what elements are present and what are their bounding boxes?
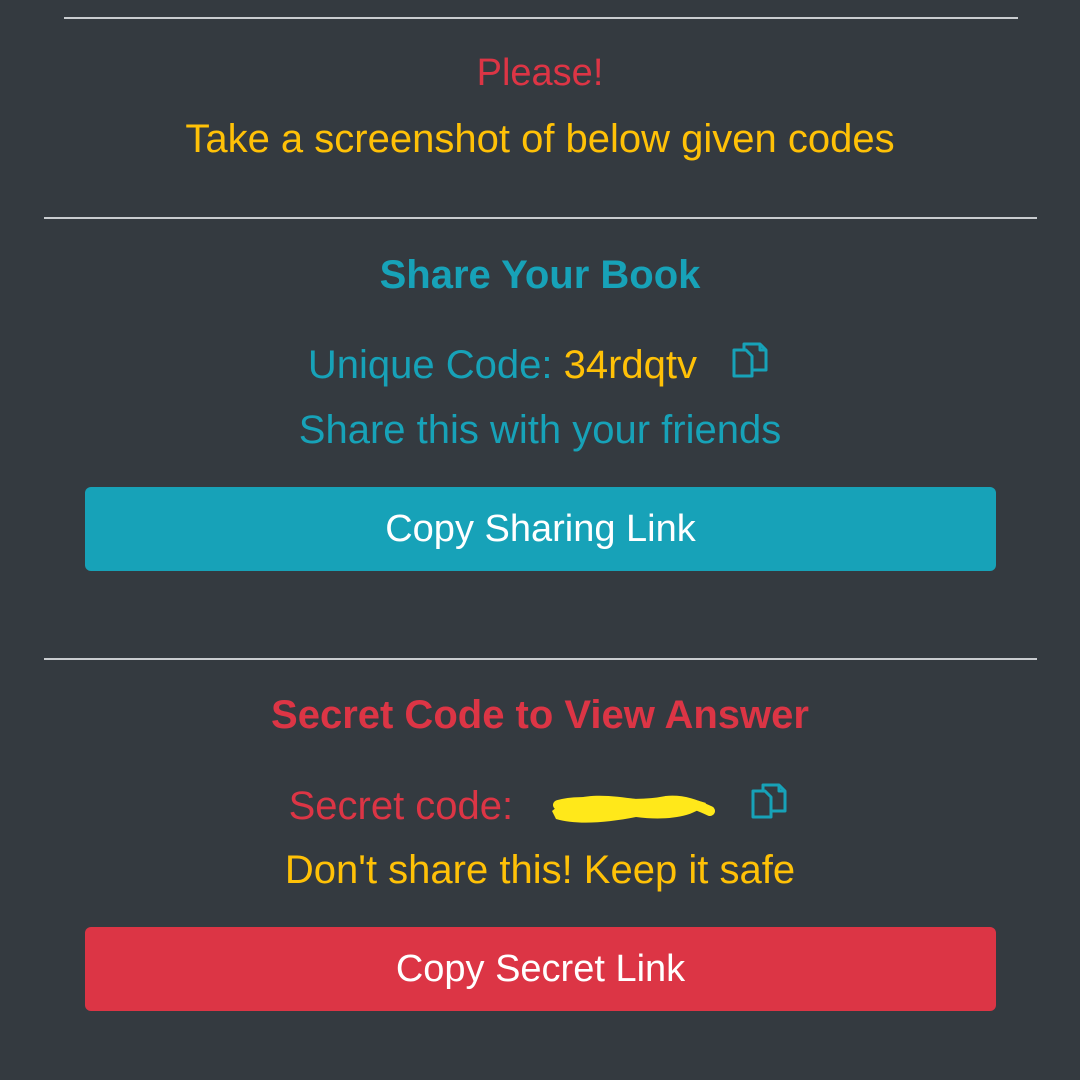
copy-icon[interactable] [747,781,791,825]
secret-warning-text: Don't share this! Keep it safe [284,848,796,892]
unique-code-value: 34rdqtv [563,343,698,387]
unique-code-row: Unique Code: 34rdqtv [0,340,1080,388]
copy-icon[interactable] [728,340,772,384]
share-hint-text: Share this with your friends [298,408,782,452]
unique-code-label: Unique Code: [307,343,564,387]
share-section-title: Share Your Book [379,253,701,297]
instruction-text: Take a screenshot of below given codes [185,117,895,161]
secret-section-title: Secret Code to View Answer [271,693,809,737]
divider-lower [44,658,1037,660]
copy-secret-link-button[interactable]: Copy Secret Link [85,927,996,1011]
copy-sharing-link-button[interactable]: Copy Sharing Link [85,487,996,571]
share-book-page: Please! Take a screenshot of below given… [0,0,1080,1080]
divider-middle [44,217,1037,219]
divider-top [64,17,1018,19]
redacted-scribble [546,781,716,829]
secret-code-label: Secret code: [288,784,514,828]
secret-code-row: Secret code: [0,781,1080,829]
alert-text: Please! [476,52,604,94]
